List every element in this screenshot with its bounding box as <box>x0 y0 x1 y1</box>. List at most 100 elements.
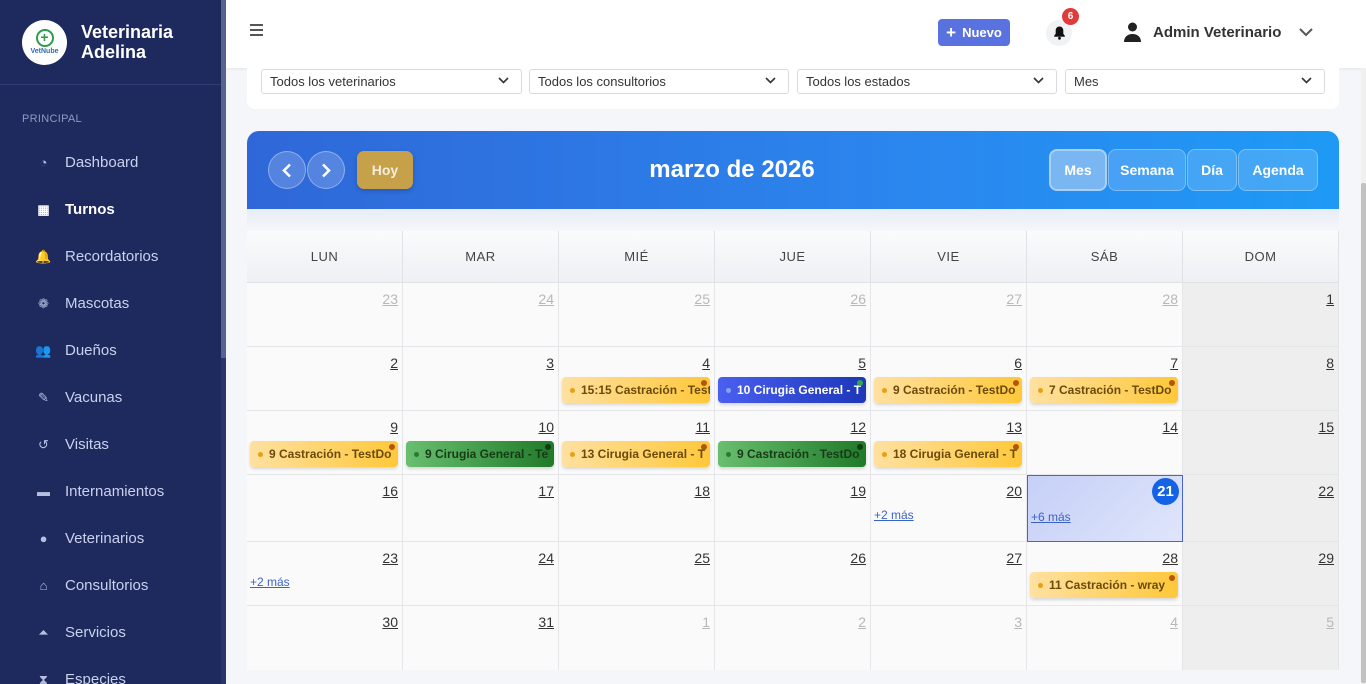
day-number[interactable]: 4 <box>1170 614 1178 630</box>
today-button[interactable]: Hoy <box>357 151 413 189</box>
day-number[interactable]: 26 <box>850 550 866 566</box>
sidebar-item-duenos[interactable]: 👥 Dueños <box>0 327 221 374</box>
day-number[interactable]: 29 <box>1318 550 1334 566</box>
day-number[interactable]: 22 <box>1318 483 1334 499</box>
user-menu[interactable]: Admin Veterinario <box>1124 22 1314 42</box>
more-events-link[interactable]: +2 más <box>874 508 914 522</box>
more-events-link[interactable]: +6 más <box>1031 510 1071 524</box>
day-cell[interactable]: 29 <box>1183 542 1339 606</box>
day-number[interactable]: 14 <box>1162 419 1178 435</box>
calendar-event[interactable]: 9 Castración - TestDo <box>718 441 866 467</box>
sidebar-item-visitas[interactable]: ↺ Visitas <box>0 421 221 468</box>
sidebar-item-especies[interactable]: ⧗ Especies <box>0 656 221 684</box>
day-cell[interactable]: 24 <box>403 283 559 347</box>
day-number[interactable]: 6 <box>1014 355 1022 371</box>
view-filter-select[interactable]: Mes <box>1065 69 1325 94</box>
day-cell[interactable]: 23 <box>247 283 403 347</box>
calendar-event[interactable]: 13 Cirugia General - T <box>562 441 710 467</box>
today-day-number[interactable]: 21 <box>1152 478 1179 505</box>
day-number[interactable]: 27 <box>1006 291 1022 307</box>
day-cell[interactable]: 26 <box>715 283 871 347</box>
day-number[interactable]: 18 <box>694 483 710 499</box>
sidebar-item-internamientos[interactable]: ▬ Internamientos <box>0 468 221 515</box>
view-day-button[interactable]: Día <box>1187 149 1237 191</box>
brand[interactable]: + VetNube Veterinaria Adelina <box>0 0 221 85</box>
day-number[interactable]: 3 <box>546 355 554 371</box>
day-number[interactable]: 27 <box>1006 550 1022 566</box>
sidebar-scrollbar[interactable] <box>221 0 226 684</box>
sidebar-item-vacunas[interactable]: ✎ Vacunas <box>0 374 221 421</box>
calendar-event[interactable]: 9 Castración - TestDo <box>250 441 398 467</box>
calendar-event[interactable]: 11 Castración - wray <box>1030 572 1178 598</box>
day-cell[interactable]: 21 +6 más <box>1027 475 1183 542</box>
day-cell[interactable]: 18 <box>559 475 715 542</box>
calendar-event[interactable]: 7 Castración - TestDo <box>1030 377 1178 403</box>
day-number[interactable]: 23 <box>382 291 398 307</box>
room-filter-select[interactable]: Todos los consultorios <box>529 69 789 94</box>
day-number[interactable]: 7 <box>1170 355 1178 371</box>
day-number[interactable]: 17 <box>538 483 554 499</box>
day-number[interactable]: 1 <box>702 614 710 630</box>
day-cell[interactable]: 20 +2 más <box>871 475 1027 542</box>
day-number[interactable]: 23 <box>382 550 398 566</box>
day-cell[interactable]: 5 10 Cirugia General - T <box>715 347 871 411</box>
day-cell[interactable]: 28 <box>1027 283 1183 347</box>
day-number[interactable]: 25 <box>694 550 710 566</box>
day-number[interactable]: 1 <box>1326 291 1334 307</box>
day-number[interactable]: 28 <box>1162 291 1178 307</box>
day-number[interactable]: 5 <box>858 355 866 371</box>
calendar-event[interactable]: 15:15 Castración - Test <box>562 377 710 403</box>
day-number[interactable]: 9 <box>390 419 398 435</box>
day-cell[interactable]: 4 15:15 Castración - Test <box>559 347 715 411</box>
calendar-event[interactable]: 9 Castración - TestDo <box>874 377 1022 403</box>
next-month-button[interactable] <box>307 151 345 189</box>
view-agenda-button[interactable]: Agenda <box>1238 149 1318 191</box>
day-cell[interactable]: 28 11 Castración - wray <box>1027 542 1183 606</box>
day-cell[interactable]: 6 9 Castración - TestDo <box>871 347 1027 411</box>
day-number[interactable]: 11 <box>695 419 710 435</box>
day-cell[interactable]: 1 <box>559 606 715 671</box>
view-week-button[interactable]: Semana <box>1108 149 1186 191</box>
page-scrollbar[interactable] <box>1361 68 1366 684</box>
day-number[interactable]: 25 <box>694 291 710 307</box>
day-cell[interactable]: 25 <box>559 542 715 606</box>
day-cell[interactable]: 8 <box>1183 347 1339 411</box>
day-cell[interactable]: 13 18 Cirugia General - T <box>871 411 1027 475</box>
day-cell[interactable]: 2 <box>715 606 871 671</box>
sidebar-item-servicios[interactable]: ⏶ Servicios <box>0 609 221 656</box>
day-cell[interactable]: 3 <box>403 347 559 411</box>
sidebar-item-consultorios[interactable]: ⌂ Consultorios <box>0 562 221 609</box>
menu-toggle-icon[interactable] <box>250 24 264 36</box>
vet-filter-select[interactable]: Todos los veterinarios <box>261 69 522 94</box>
day-cell[interactable]: 24 <box>403 542 559 606</box>
day-number[interactable]: 16 <box>382 483 398 499</box>
day-number[interactable]: 12 <box>850 419 866 435</box>
sidebar-item-recordatorios[interactable]: 🔔 Recordatorios <box>0 233 221 280</box>
day-cell[interactable]: 3 <box>871 606 1027 671</box>
calendar-event[interactable]: 10 Cirugia General - T <box>718 377 866 403</box>
calendar-event[interactable]: 18 Cirugia General - T <box>874 441 1022 467</box>
day-cell[interactable]: 9 9 Castración - TestDo <box>247 411 403 475</box>
sidebar-item-mascotas[interactable]: ❁ Mascotas <box>0 280 221 327</box>
day-number[interactable]: 19 <box>850 483 866 499</box>
day-cell[interactable]: 7 7 Castración - TestDo <box>1027 347 1183 411</box>
sidebar-item-dashboard[interactable]: ◔ Dashboard <box>0 139 221 186</box>
day-cell[interactable]: 5 <box>1183 606 1339 671</box>
day-cell[interactable]: 31 <box>403 606 559 671</box>
page-scroll-thumb[interactable] <box>1361 183 1366 683</box>
new-button[interactable]: + Nuevo <box>938 19 1010 46</box>
day-number[interactable]: 24 <box>538 291 554 307</box>
view-month-button[interactable]: Mes <box>1049 149 1107 191</box>
day-number[interactable]: 4 <box>702 355 710 371</box>
day-cell[interactable]: 26 <box>715 542 871 606</box>
sidebar-item-turnos[interactable]: ▦ Turnos <box>0 186 221 233</box>
day-number[interactable]: 30 <box>382 614 398 630</box>
day-cell[interactable]: 23 +2 más <box>247 542 403 606</box>
day-number[interactable]: 15 <box>1318 419 1334 435</box>
day-number[interactable]: 31 <box>538 614 554 630</box>
prev-month-button[interactable] <box>268 151 306 189</box>
day-number[interactable]: 24 <box>538 550 554 566</box>
day-number[interactable]: 3 <box>1014 614 1022 630</box>
day-cell[interactable]: 2 <box>247 347 403 411</box>
day-cell[interactable]: 19 <box>715 475 871 542</box>
